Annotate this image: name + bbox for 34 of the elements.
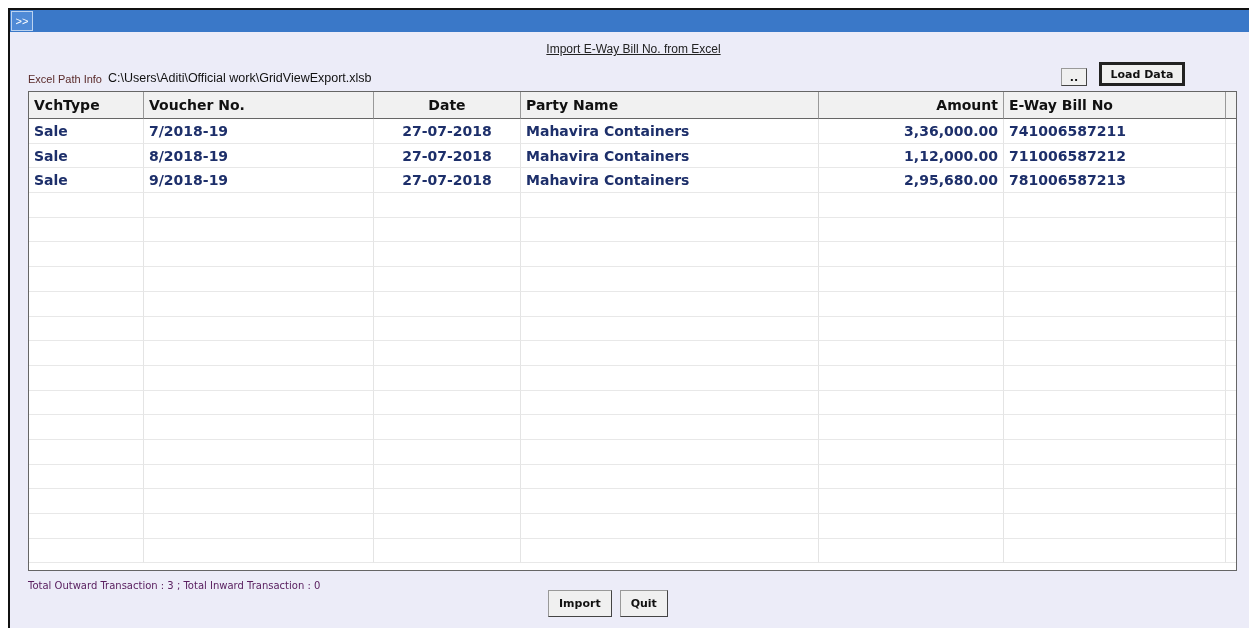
table-cell: 8/2018-19 — [144, 143, 374, 169]
table-cell: Sale — [29, 119, 144, 144]
column-header: E-Way Bill No — [1004, 92, 1226, 119]
table-cell: 741006587211 — [1004, 119, 1226, 144]
table-cell: 781006587213 — [1004, 168, 1226, 194]
header-filler — [1226, 92, 1236, 119]
import-button[interactable]: Import — [548, 590, 612, 617]
table-cell: Sale — [29, 143, 144, 169]
table-cell: Mahavira Containers — [521, 143, 819, 169]
table-cell: 1,12,000.00 — [819, 143, 1004, 169]
table-cell: 2,95,680.00 — [819, 168, 1004, 194]
table-cell: Mahavira Containers — [521, 168, 819, 194]
browse-button[interactable]: .. — [1061, 68, 1087, 86]
column-header: Amount — [819, 92, 1004, 119]
table-cell: 7/2018-19 — [144, 119, 374, 144]
table-cell: Mahavira Containers — [521, 119, 819, 144]
column-header: Voucher No. — [144, 92, 374, 119]
table-cell: 711006587212 — [1004, 143, 1226, 169]
table-cell: 27-07-2018 — [374, 143, 521, 169]
form-heading: Import E-Way Bill No. from Excel — [546, 42, 721, 56]
column-header: Date — [374, 92, 521, 119]
table-cell: 3,36,000.00 — [819, 119, 1004, 144]
load-data-button[interactable]: Load Data — [1099, 62, 1185, 86]
expand-button[interactable]: >> — [11, 11, 33, 31]
table-cell: 9/2018-19 — [144, 168, 374, 194]
quit-button[interactable]: Quit — [619, 590, 668, 617]
status-text: Total Outward Transaction : 3 ; Total Inward Transaction : 0 — [28, 580, 322, 591]
table-cell: 27-07-2018 — [374, 119, 521, 144]
path-value: C:\Users\Aditi\Official work\GridViewExport.xlsb — [108, 71, 372, 87]
column-header: Party Name — [521, 92, 819, 119]
table-cell: 27-07-2018 — [374, 168, 521, 194]
path-label: Excel Path Info — [28, 73, 102, 87]
table-cell: Sale — [29, 168, 144, 194]
column-header: VchType — [29, 92, 144, 119]
